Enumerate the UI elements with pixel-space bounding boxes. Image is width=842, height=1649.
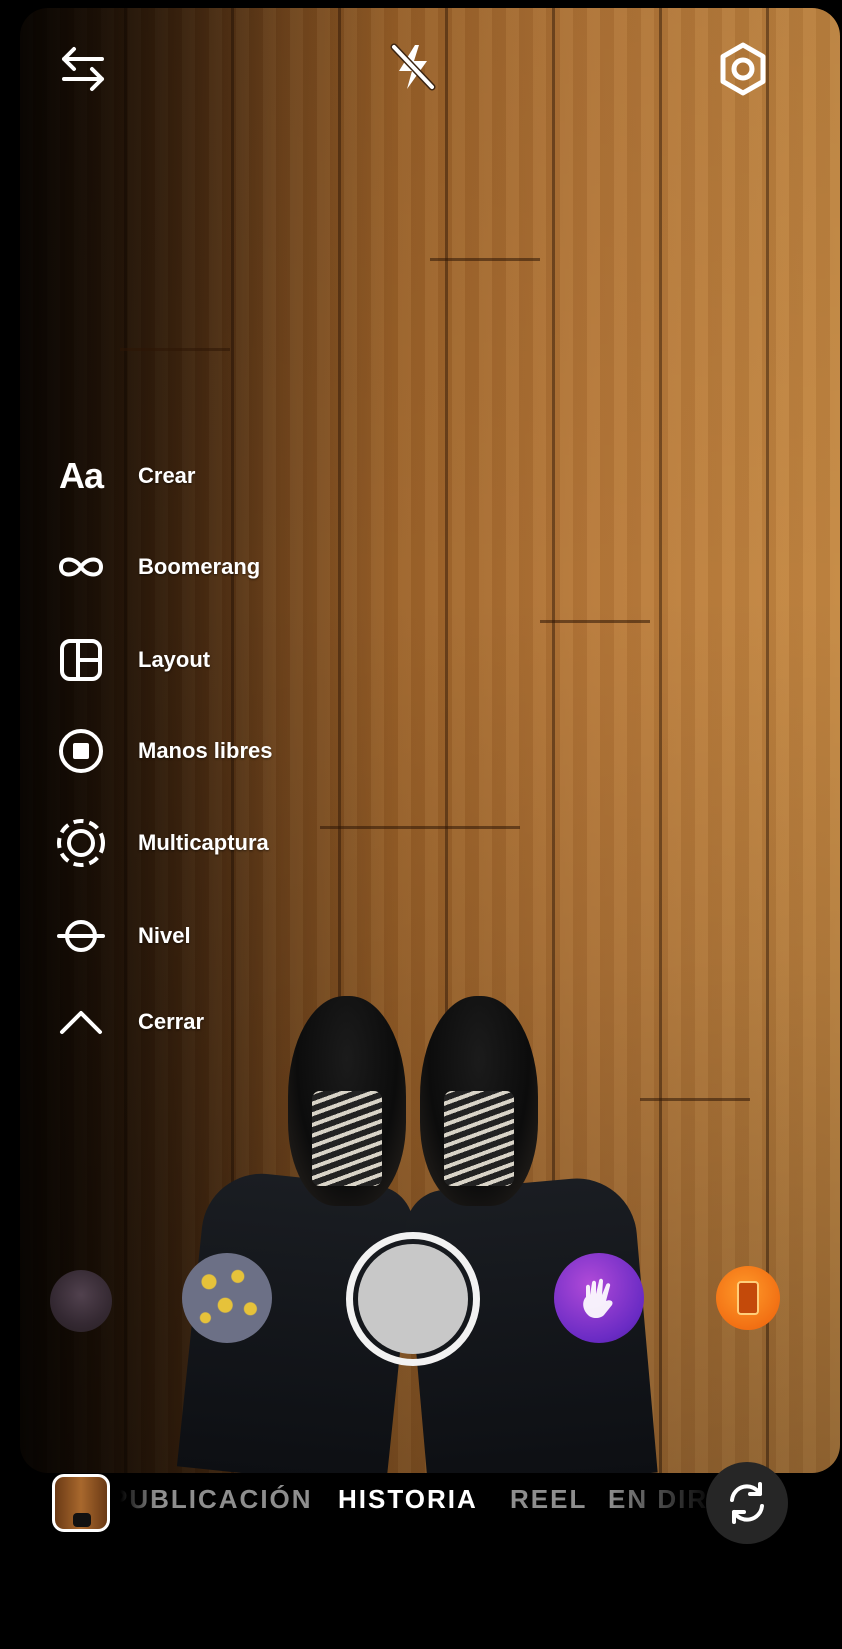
floor-seam: [640, 1098, 750, 1101]
menu-label-crear: Crear: [138, 463, 196, 488]
settings-gear-icon[interactable]: [714, 40, 772, 98]
mode-historia[interactable]: HISTORIA: [338, 1484, 478, 1515]
floor-seam: [430, 258, 540, 261]
aa-glyph: Aa: [58, 455, 104, 496]
effect-wave-hand-filter[interactable]: [554, 1253, 644, 1343]
flash-off-icon[interactable]: [386, 40, 440, 94]
orange-filter-glyph: [737, 1281, 759, 1315]
right-shoe-laces: [443, 1091, 515, 1186]
floor-seam: [320, 826, 520, 829]
mode-reel[interactable]: REEL: [510, 1484, 587, 1515]
chevron-up-icon: [52, 993, 110, 1051]
shutter-button-inner: [358, 1244, 468, 1354]
menu-item-manos-libres[interactable]: Manos libres: [52, 721, 272, 781]
mode-selector[interactable]: PUBLICACIÓN HISTORIA REEL EN DIRECTO: [120, 1474, 716, 1534]
menu-label-layout: Layout: [138, 647, 211, 672]
left-shoe-laces: [311, 1091, 383, 1186]
menu-item-multicaptura[interactable]: Multicaptura: [52, 813, 269, 873]
hands-free-record-icon: [52, 722, 110, 780]
menu-item-layout[interactable]: Layout: [52, 630, 210, 690]
effect-orange-filter[interactable]: [716, 1266, 780, 1330]
right-shoe: [420, 996, 538, 1206]
flip-camera-button[interactable]: [706, 1462, 788, 1544]
flip-camera-icon: [730, 1482, 764, 1524]
floor-seam: [540, 620, 650, 623]
aa-text-icon: Aa: [52, 447, 110, 505]
menu-label-manos-libres: Manos libres: [138, 738, 273, 763]
gallery-thumbnail-shoes: [73, 1513, 91, 1527]
arrows-swap-icon[interactable]: [56, 42, 110, 96]
menu-label-nivel: Nivel: [138, 923, 191, 948]
effect-face-filter[interactable]: [50, 1270, 112, 1332]
multi-capture-icon: [52, 814, 110, 872]
menu-item-nivel[interactable]: Nivel: [52, 906, 191, 966]
menu-item-cerrar[interactable]: Cerrar: [52, 992, 204, 1052]
layout-grid-icon: [52, 631, 110, 689]
mode-en-directo[interactable]: EN DIRECTO: [608, 1484, 716, 1515]
menu-item-crear[interactable]: Aa Crear: [52, 446, 196, 506]
menu-label-cerrar: Cerrar: [138, 1009, 205, 1034]
effect-dots-filter[interactable]: [182, 1253, 272, 1343]
level-icon: [52, 907, 110, 965]
left-shoe: [288, 996, 406, 1206]
wave-hand-icon: [583, 1278, 613, 1318]
shutter-button[interactable]: [346, 1232, 480, 1366]
mode-publicacion[interactable]: PUBLICACIÓN: [120, 1484, 313, 1515]
menu-item-boomerang[interactable]: Boomerang: [52, 537, 260, 597]
floor-seam: [120, 348, 230, 351]
menu-label-multicaptura: Multicaptura: [138, 830, 269, 855]
menu-label-boomerang: Boomerang: [138, 554, 261, 579]
gallery-thumbnail[interactable]: [52, 1474, 110, 1532]
infinity-icon: [52, 538, 110, 596]
